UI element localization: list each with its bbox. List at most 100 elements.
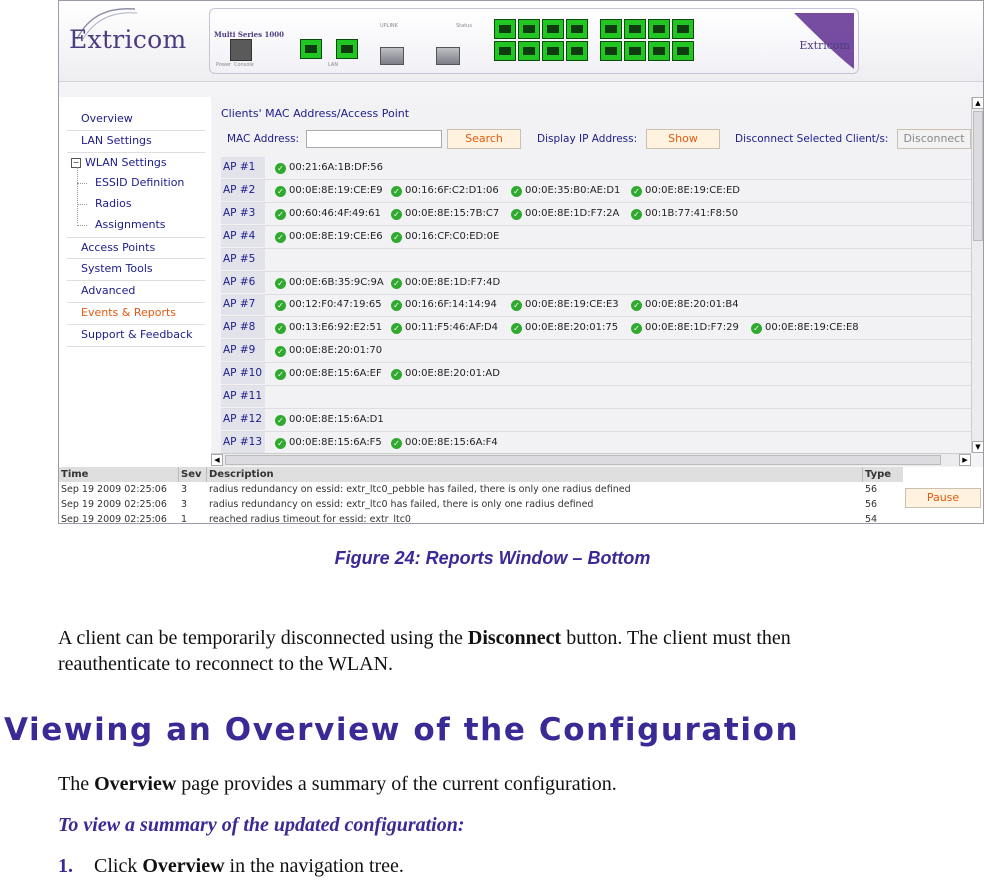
client-mac-entry[interactable]: ✓ 00:0E:8E:20:01:B4 xyxy=(631,298,739,312)
power-label: Power xyxy=(216,62,232,68)
nav-system-tools[interactable]: System Tools xyxy=(67,259,205,281)
nav-label: ESSID Definition xyxy=(95,176,185,189)
connected-check-icon: ✓ xyxy=(631,323,642,335)
nav-support-feedback[interactable]: Support & Feedback xyxy=(67,325,205,347)
log-header-time[interactable]: Time xyxy=(59,467,179,482)
client-mac-entry[interactable]: ✓ 00:0E:8E:19:CE:E8 xyxy=(751,321,859,335)
client-mac-entry[interactable]: ✓ 00:16:6F:14:14:94 xyxy=(391,298,497,312)
scroll-thumb[interactable] xyxy=(225,455,941,465)
log-header-description[interactable]: Description xyxy=(207,467,863,482)
connected-check-icon: ✓ xyxy=(275,231,286,243)
client-mac-text: 00:16:CF:C0:ED:0E xyxy=(405,230,500,242)
connected-check-icon: ✓ xyxy=(391,323,402,335)
mac-address-label: MAC Address: xyxy=(227,133,300,145)
client-mac-entry[interactable]: ✓ 00:0E:6B:35:9C:9A xyxy=(275,276,384,290)
client-mac-entry[interactable]: ✓ 00:0E:8E:20:01:70 xyxy=(275,344,382,358)
collapse-icon[interactable]: − xyxy=(71,158,81,168)
client-mac-entry[interactable]: ✓ 00:60:46:4F:49:61 xyxy=(275,207,381,221)
show-button[interactable]: Show xyxy=(646,129,720,149)
status-label: Status xyxy=(456,23,472,29)
client-mac-entry[interactable]: ✓ 00:0E:8E:15:7B:C7 xyxy=(391,207,499,221)
nav-access-points[interactable]: Access Points xyxy=(67,237,205,259)
client-mac-entry[interactable]: ✓ 00:0E:8E:1D:F7:2A xyxy=(511,207,619,221)
text-bold: Overview xyxy=(94,773,177,795)
connected-check-icon: ✓ xyxy=(391,300,402,312)
client-mac-entry[interactable]: ✓ 00:16:CF:C0:ED:0E xyxy=(391,230,499,244)
text-bold: Overview xyxy=(142,855,225,877)
ap-label: AP #5 xyxy=(221,248,265,270)
vertical-scrollbar[interactable]: ▲ ▼ xyxy=(971,97,983,453)
client-mac-text: 00:0E:35:B0:AE:D1 xyxy=(525,184,621,196)
scroll-thumb[interactable] xyxy=(973,111,983,241)
ap-port-icon xyxy=(672,41,694,61)
client-mac-text: 00:12:F0:47:19:65 xyxy=(289,299,382,311)
client-mac-entry[interactable]: ✓ 00:13:E6:92:E2:51 xyxy=(275,321,382,335)
client-mac-text: 00:0E:6B:35:9C:9A xyxy=(289,276,384,288)
client-mac-text: 00:0E:8E:19:CE:E6 xyxy=(289,230,383,242)
ap-row: AP #2 ✓ 00:0E:8E:19:CE:E9 ✓ 00:16:6F:C2:D1:0… xyxy=(221,179,971,203)
nav-advanced[interactable]: Advanced xyxy=(67,281,205,303)
client-mac-entry[interactable]: ✓ 00:1B:77:41:F8:50 xyxy=(631,207,738,221)
ap-label: AP #12 xyxy=(221,408,265,430)
client-mac-text: 00:0E:8E:1D:F7:4D xyxy=(405,276,501,288)
overview-paragraph: The Overview page provides a summary of … xyxy=(58,771,617,797)
procedure-title: To view a summary of the updated configu… xyxy=(58,814,465,836)
connected-check-icon: ✓ xyxy=(511,208,522,220)
nav-label: Radios xyxy=(95,197,132,210)
nav-radios[interactable]: Radios xyxy=(87,194,205,216)
nav-essid-definition[interactable]: ESSID Definition xyxy=(87,173,205,195)
panel-title: Clients' MAC Address/Access Point xyxy=(221,107,410,120)
log-header-sev[interactable]: Sev xyxy=(179,467,207,482)
search-button[interactable]: Search xyxy=(447,129,521,149)
connected-check-icon: ✓ xyxy=(631,300,642,312)
nav-lan-settings[interactable]: LAN Settings xyxy=(67,131,205,153)
client-mac-entry[interactable]: ✓ 00:0E:8E:19:CE:E9 xyxy=(275,184,383,198)
nav-assignments[interactable]: Assignments xyxy=(87,215,205,237)
scroll-up-icon[interactable]: ▲ xyxy=(972,97,983,109)
lan-port-2-icon xyxy=(336,39,358,59)
connected-check-icon: ✓ xyxy=(275,369,286,381)
nav-wlan-settings[interactable]: − WLAN Settings xyxy=(67,153,205,175)
horizontal-scrollbar[interactable]: ◀ ▶ xyxy=(211,453,971,466)
ap-port-icon xyxy=(672,19,694,39)
scroll-left-icon[interactable]: ◀ xyxy=(211,454,223,466)
client-mac-entry[interactable]: ✓ 00:11:F5:46:AF:D4 xyxy=(391,321,498,335)
scroll-right-icon[interactable]: ▶ xyxy=(959,454,971,466)
section-heading: Viewing an Overview of the Configuration xyxy=(4,712,800,748)
nav-overview[interactable]: Overview xyxy=(67,109,205,131)
log-header-type[interactable]: Type xyxy=(863,467,903,482)
client-mac-entry[interactable]: ✓ 00:0E:8E:15:6A:D1 xyxy=(275,413,384,427)
client-mac-entry[interactable]: ✓ 00:21:6A:1B:DF:56 xyxy=(275,161,383,175)
disconnect-button[interactable]: Disconnect xyxy=(897,129,971,149)
ap-port-icon xyxy=(624,41,646,61)
pause-button[interactable]: Pause xyxy=(905,488,981,508)
client-mac-entry[interactable]: ✓ 00:0E:8E:19:CE:ED xyxy=(631,184,740,198)
client-mac-entry[interactable]: ✓ 00:0E:8E:20:01:AD xyxy=(391,367,500,381)
client-mac-text: 00:0E:8E:15:6A:EF xyxy=(289,368,382,380)
text-run: in the navigation tree. xyxy=(224,855,404,877)
client-mac-text: 00:0E:8E:15:6A:D1 xyxy=(289,413,384,425)
ap-row: AP #3 ✓ 00:60:46:4F:49:61 ✓ 00:0E:8E:15:7B:C… xyxy=(221,202,971,226)
banner: Extricom Multi Series 1000 Power Console… xyxy=(59,1,983,82)
nav-events-reports[interactable]: Events & Reports xyxy=(67,303,205,325)
connected-check-icon: ✓ xyxy=(275,323,286,335)
mac-address-input[interactable] xyxy=(306,130,442,148)
client-mac-entry[interactable]: ✓ 00:0E:8E:15:6A:EF xyxy=(275,367,382,381)
client-mac-entry[interactable]: ✓ 00:0E:8E:1D:F7:29 xyxy=(631,321,739,335)
client-mac-entry[interactable]: ✓ 00:16:6F:C2:D1:06 xyxy=(391,184,499,198)
client-mac-entry[interactable]: ✓ 00:0E:35:B0:AE:D1 xyxy=(511,184,620,198)
lan-port-1-icon xyxy=(300,39,322,59)
client-mac-entry[interactable]: ✓ 00:0E:8E:19:CE:E3 xyxy=(511,298,619,312)
scroll-down-icon[interactable]: ▼ xyxy=(972,441,983,453)
figure-caption: Figure 24: Reports Window – Bottom xyxy=(334,548,651,568)
client-mac-entry[interactable]: ✓ 00:12:F0:47:19:65 xyxy=(275,298,382,312)
client-mac-entry[interactable]: ✓ 00:0E:8E:1D:F7:4D xyxy=(391,276,500,290)
connected-check-icon: ✓ xyxy=(391,277,402,289)
client-mac-entry[interactable]: ✓ 00:0E:8E:20:01:75 xyxy=(511,321,618,335)
client-mac-entry[interactable]: ✓ 00:0E:8E:15:6A:F4 xyxy=(391,436,498,450)
clients-panel: Clients' MAC Address/Access Point MAC Ad… xyxy=(211,97,971,455)
nav-label: Overview xyxy=(81,112,133,125)
client-mac-entry[interactable]: ✓ 00:0E:8E:19:CE:E6 xyxy=(275,230,383,244)
client-mac-entry[interactable]: ✓ 00:0E:8E:15:6A:F5 xyxy=(275,436,382,450)
log-cell-type: 54 xyxy=(865,514,878,524)
